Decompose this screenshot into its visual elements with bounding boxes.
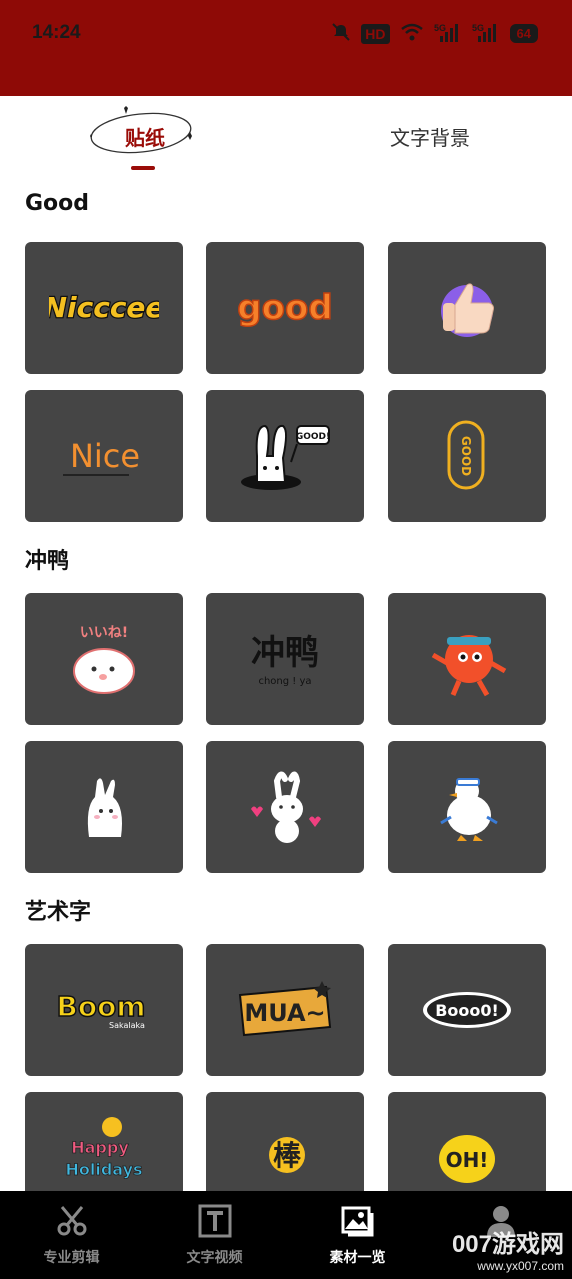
puppy-illustration: いいね! (73, 625, 135, 694)
sticker-good[interactable]: good (206, 242, 364, 374)
signal-icon-2: 5G (472, 22, 500, 45)
bunny-hearts-illustration (251, 771, 321, 843)
battery-indicator: 64 (509, 24, 538, 43)
good-bubble-illustration: GOOD (447, 420, 485, 490)
hd-badge: HD (361, 23, 390, 44)
sticker-boooo[interactable]: Booo0! (388, 944, 546, 1076)
sticker-nice[interactable]: Nice (25, 390, 183, 522)
section-title-chongya: 冲鸭 (25, 549, 70, 574)
good-vertical-text: GOOD (459, 436, 473, 476)
nav-pro-edit[interactable]: 专业剪辑 (0, 1191, 143, 1279)
sticker-rabbit-good[interactable]: GOOD! (206, 390, 364, 522)
tab-text-background[interactable]: 文字背景 (350, 96, 510, 176)
nicccee-text: Nicccee (49, 291, 159, 324)
nice-text: Nice (70, 437, 140, 475)
rabbit-bubble-text: GOOD! (296, 432, 330, 442)
sticker-chongya-text[interactable]: 冲鸭 chong ! ya (206, 593, 364, 725)
sticker-boom[interactable]: Boom Sakalaka (25, 944, 183, 1076)
iine-text: いいね! (80, 625, 128, 641)
chongya-sub-text: chong ! ya (258, 676, 311, 687)
bottom-nav: 专业剪辑 文字视频 素材一览 007游戏网 www.yx007.com (0, 1191, 572, 1279)
mute-icon (331, 22, 351, 45)
oh-text: OH! (446, 1148, 489, 1172)
thumbs-up-icon (441, 283, 494, 337)
sticker-mua[interactable]: MUA~ (206, 944, 364, 1076)
scissors-icon (57, 1206, 86, 1236)
section-title-good: Good (25, 191, 90, 216)
duck-illustration (440, 778, 498, 841)
nav-text-video-label: 文字视频 (186, 1250, 243, 1266)
tab-text-background-label: 文字背景 (390, 125, 470, 150)
sticker-duck-sailor[interactable] (388, 741, 546, 873)
nav-text-video[interactable]: 文字视频 (143, 1191, 286, 1279)
mua-text: MUA~ (244, 999, 325, 1027)
tab-stickers-label: 贴纸 (125, 125, 165, 150)
chongya-text: 冲鸭 (251, 633, 319, 673)
sticker-bunny-ghost[interactable] (25, 741, 183, 873)
watermark: 007游戏网 www.yx007.com (452, 1224, 564, 1273)
bunny-ghost-illustration (87, 778, 122, 837)
status-icons: HD 5G 5G 64 (331, 22, 538, 45)
sticker-orange-monster[interactable] (388, 593, 546, 725)
status-time: 14:24 (32, 22, 81, 43)
sticker-happy-holidays[interactable]: Happy Holidays (25, 1092, 183, 1191)
sticker-thumbs-up[interactable] (388, 242, 546, 374)
svg-text:5G: 5G (434, 23, 446, 33)
gallery-icon (341, 1206, 373, 1237)
wifi-icon (400, 23, 424, 44)
status-bar: 14:24 HD 5G 5G 64 (0, 0, 572, 96)
nav-materials-label: 素材一览 (329, 1250, 386, 1266)
watermark-url: www.yx007.com (477, 1259, 564, 1273)
bang-text: 棒 (273, 1139, 302, 1172)
sticker-oh[interactable]: OH! (388, 1092, 546, 1191)
rabbit-illustration: GOOD! (241, 424, 330, 490)
watermark-title: 007游戏网 (451, 1231, 564, 1258)
holidays-text: Holidays (65, 1160, 142, 1179)
text-icon (198, 1204, 231, 1238)
sticker-nicccee[interactable]: Nicccee (25, 242, 183, 374)
sticker-good-bubble[interactable]: GOOD (388, 390, 546, 522)
boom-sub-text: Sakalaka (109, 1021, 145, 1030)
svg-text:5G: 5G (472, 23, 484, 33)
sticker-bunny-hearts[interactable] (206, 741, 364, 873)
happy-text: Happy (71, 1138, 129, 1157)
sticker-iine-dog[interactable]: いいね! (25, 593, 183, 725)
nav-materials[interactable]: 素材一览 (286, 1191, 429, 1279)
monster-illustration (431, 635, 507, 697)
boooo-text: Booo0! (435, 1001, 499, 1020)
signal-icon: 5G (434, 22, 462, 45)
active-tab-indicator (131, 166, 155, 170)
boom-text: Boom (57, 990, 146, 1023)
nav-pro-edit-label: 专业剪辑 (43, 1250, 100, 1266)
sticker-bang[interactable]: 棒 (206, 1092, 364, 1191)
good-text: good (237, 288, 332, 328)
section-title-art-text: 艺术字 (25, 900, 92, 925)
tab-bar: 贴纸 文字背景 (0, 96, 572, 186)
